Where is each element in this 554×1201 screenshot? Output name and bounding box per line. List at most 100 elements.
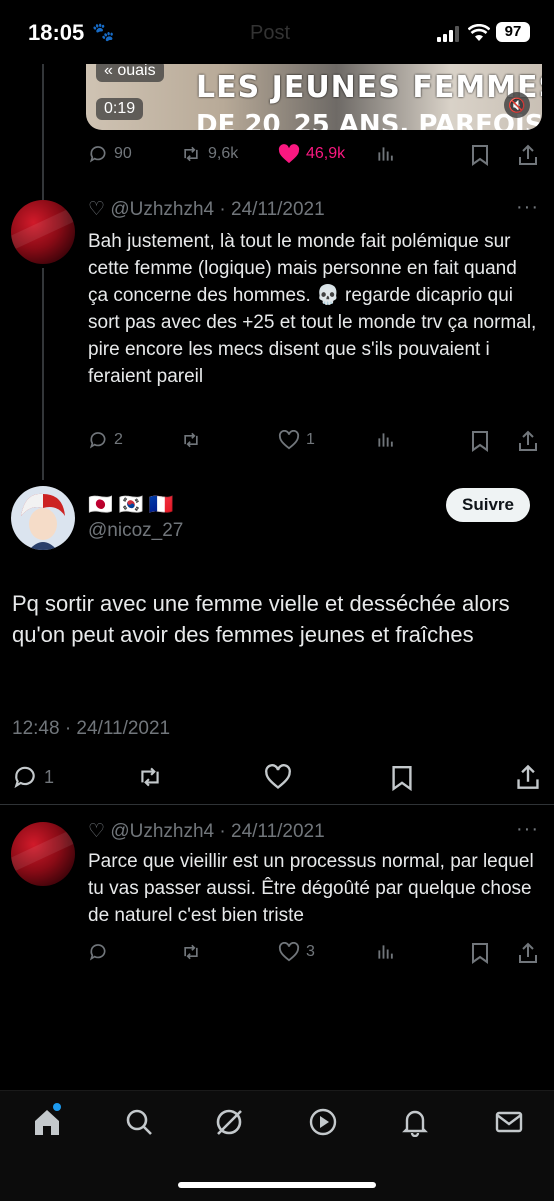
separator-dot: · (219, 199, 226, 220)
wifi-icon (468, 24, 490, 41)
heart-outline-icon (278, 942, 300, 962)
views-button[interactable] (376, 942, 396, 962)
video-player[interactable]: « ouais LES JEUNES FEMMES DE 20_25 ANS, … (86, 64, 542, 130)
like-button[interactable]: 46,9k (278, 144, 345, 164)
thread-line (42, 64, 44, 200)
reply-count: 90 (114, 145, 132, 162)
avatar[interactable] (11, 486, 75, 550)
heart-filled-icon (278, 144, 300, 164)
bookmark-button[interactable] (390, 764, 414, 792)
reply1-date: 24/11/2021 (231, 199, 325, 220)
mute-icon[interactable]: 🔇 (504, 92, 530, 118)
paw-icon: 🐾 (92, 22, 115, 42)
share-icon (519, 430, 537, 451)
reply1-meta: ♡ @Uzhzhzh4 · 24/11/2021 (88, 198, 325, 221)
grok-icon[interactable] (214, 1107, 244, 1137)
bookmark-icon (472, 431, 488, 452)
video-caption-line2: DE 20_25 ANS, PARFOIS (196, 110, 542, 130)
like-button[interactable]: 1 (278, 430, 315, 450)
bookmark-button[interactable] (470, 942, 490, 964)
more-options-icon[interactable]: ··· (516, 818, 539, 841)
reply1-handle[interactable]: @Uzhzhzh4 (110, 199, 214, 220)
heart-outline-icon (278, 430, 300, 450)
main-post-handle[interactable]: @nicoz_27 (88, 520, 183, 542)
views-button[interactable] (376, 430, 396, 450)
reply-icon (89, 432, 106, 449)
home-indicator[interactable] (178, 1182, 376, 1188)
views-icon (378, 147, 393, 161)
bookmark-button[interactable] (470, 144, 490, 166)
heart-outline-icon (265, 764, 291, 789)
video-back-label[interactable]: « ouais (96, 64, 164, 82)
main-post-timestamp: 12:48 · 24/11/2021 (12, 718, 171, 739)
main-post-text: Pq sortir avec une femme vielle et dessé… (12, 591, 510, 647)
video-caption-line1: LES JEUNES FEMMES (196, 70, 542, 105)
reply-icon (89, 146, 106, 163)
repost-count: 9,6k (208, 145, 239, 162)
repost-icon (184, 432, 198, 448)
header-title: Post (250, 22, 291, 44)
share-button[interactable] (518, 144, 538, 166)
share-button[interactable] (516, 764, 540, 790)
reply2-meta: ♡ @Uzhzhzh4 · 24/11/2021 (88, 820, 325, 843)
flags: 🇯🇵 🇰🇷 🇫🇷 (88, 494, 174, 516)
notification-dot (53, 1103, 61, 1111)
bookmark-icon (472, 943, 488, 964)
follow-button[interactable]: Suivre (446, 488, 530, 522)
notifications-icon[interactable] (400, 1107, 430, 1137)
bookmark-icon (472, 145, 488, 166)
reply2-handle[interactable]: @Uzhzhzh4 (110, 821, 214, 842)
separator-dot: · (219, 821, 226, 842)
reply-count: 1 (44, 766, 55, 787)
reply2-text: Parce que vieillir est un processus norm… (88, 851, 534, 926)
like-count: 3 (306, 943, 315, 960)
share-button[interactable] (518, 942, 538, 964)
like-count: 1 (306, 431, 315, 448)
reply-icon (14, 766, 35, 789)
like-count: 46,9k (306, 145, 346, 162)
home-icon[interactable] (32, 1107, 62, 1137)
repost-button[interactable] (180, 430, 202, 450)
reply-button[interactable] (88, 942, 108, 962)
clock: 18:05 (28, 20, 85, 45)
like-button[interactable]: 3 (278, 942, 315, 962)
messages-icon[interactable] (494, 1107, 524, 1137)
share-button[interactable] (518, 430, 538, 452)
like-button[interactable] (264, 764, 292, 790)
repost-icon (184, 146, 198, 162)
thread-line (42, 268, 44, 480)
views-button[interactable] (376, 144, 396, 164)
signal-icon (437, 26, 459, 42)
video-duration: 0:19 (96, 98, 144, 120)
repost-icon (184, 944, 198, 960)
repost-button[interactable] (180, 942, 202, 962)
share-icon (519, 942, 537, 963)
battery-icon: 97 (496, 22, 530, 42)
views-icon (378, 945, 393, 959)
bookmark-button[interactable] (470, 430, 490, 452)
reply-button[interactable]: 90 (88, 144, 132, 164)
reply-count: 2 (114, 431, 123, 448)
views-icon (378, 433, 393, 447)
avatar[interactable] (11, 822, 75, 886)
repost-button[interactable] (136, 764, 164, 790)
more-options-icon[interactable]: ··· (516, 196, 539, 219)
divider (0, 804, 554, 805)
bookmark-icon (392, 766, 412, 792)
share-icon (519, 144, 537, 165)
heart-outline-icon: ♡ (88, 199, 106, 220)
avatar[interactable] (11, 200, 75, 264)
share-icon (517, 764, 539, 789)
heart-outline-icon: ♡ (88, 821, 106, 842)
search-icon[interactable] (124, 1107, 154, 1137)
repost-icon (141, 767, 159, 787)
video-icon[interactable] (308, 1107, 338, 1137)
reply1-text: Bah justement, là tout le monde fait pol… (88, 231, 537, 387)
reply-button[interactable]: 1 (12, 764, 54, 790)
reply-icon (89, 944, 106, 961)
reply-button[interactable]: 2 (88, 430, 123, 450)
reply2-date: 24/11/2021 (231, 821, 325, 842)
avatar-illustration (21, 493, 65, 550)
status-bar: 18:05 🐾 Post 97 (0, 0, 554, 64)
repost-button[interactable]: 9,6k (180, 144, 238, 164)
